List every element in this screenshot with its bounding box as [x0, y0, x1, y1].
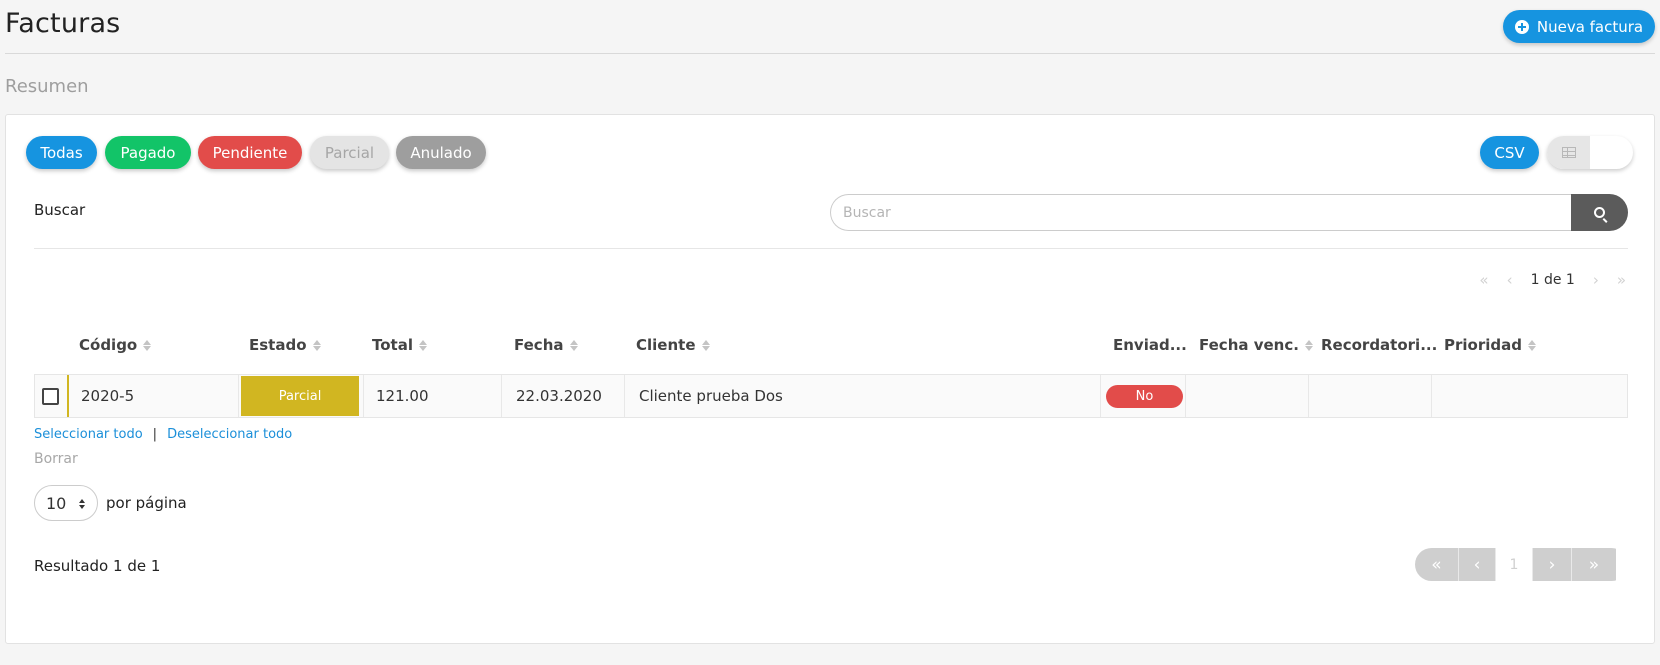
sent-status-badge: No	[1106, 385, 1183, 408]
invoice-card: Todas Pagado Pendiente Parcial Anulado C…	[5, 114, 1655, 644]
sort-icon	[1305, 340, 1313, 351]
column-header-label: Cliente	[636, 336, 696, 354]
next-page-button[interactable]: ›	[1533, 548, 1572, 581]
result-count: Resultado 1 de 1	[34, 557, 161, 575]
search-bar	[830, 194, 1628, 231]
sort-icon	[570, 340, 578, 351]
table-row[interactable]: 2020-5 Parcial 121.00 22.03.2020 Cliente…	[34, 374, 1628, 418]
per-page-label: por página	[106, 494, 187, 512]
top-pagination: « ‹ 1 de 1 › »	[1446, 268, 1626, 292]
sort-icon	[1528, 340, 1536, 351]
status-badge: Parcial	[241, 376, 359, 416]
page-indicator: 1 de 1	[1530, 272, 1575, 288]
column-header-sent[interactable]: Enviad...	[1113, 336, 1187, 354]
column-header-reminder[interactable]: Recordatori...	[1321, 336, 1437, 354]
column-header-status[interactable]: Estado	[249, 336, 321, 354]
filter-partial-button[interactable]: Parcial	[310, 136, 389, 169]
column-header-label: Código	[79, 336, 138, 354]
csv-export-button[interactable]: CSV	[1480, 136, 1539, 169]
column-header-client[interactable]: Cliente	[636, 336, 710, 354]
column-header-label: Recordatori...	[1321, 336, 1438, 354]
cell-code: 2020-5	[69, 375, 239, 417]
current-page-number[interactable]: 1	[1496, 548, 1533, 581]
cell-priority	[1432, 375, 1627, 417]
search-label: Buscar	[34, 201, 86, 219]
filter-all-button[interactable]: Todas	[26, 136, 97, 169]
next-page-icon[interactable]: ›	[1593, 272, 1599, 288]
search-button[interactable]	[1571, 194, 1628, 231]
column-header-label: Total	[372, 336, 413, 354]
per-page-select[interactable]: 10	[34, 485, 98, 521]
column-header-total[interactable]: Total	[372, 336, 427, 354]
new-invoice-button[interactable]: Nueva factura	[1503, 10, 1655, 43]
table-view-button[interactable]	[1547, 136, 1590, 169]
column-header-label: Enviad...	[1113, 336, 1187, 354]
row-checkbox[interactable]	[42, 388, 59, 405]
plus-circle-icon	[1514, 19, 1529, 34]
cell-reminder	[1309, 375, 1432, 417]
select-arrows-icon	[79, 499, 85, 509]
column-header-label: Fecha venc.	[1199, 336, 1299, 354]
sort-icon	[702, 340, 710, 351]
column-header-label: Fecha	[514, 336, 564, 354]
column-header-label: Prioridad	[1444, 336, 1522, 354]
deselect-all-link[interactable]: Deseleccionar todo	[167, 427, 292, 442]
prev-page-button[interactable]: ‹	[1459, 548, 1496, 581]
column-header-label: Estado	[249, 336, 307, 354]
header-divider	[5, 53, 1655, 54]
column-header-due-date[interactable]: Fecha venc.	[1199, 336, 1313, 354]
column-header-priority[interactable]: Prioridad	[1444, 336, 1536, 354]
first-page-button[interactable]: «	[1415, 548, 1459, 581]
page-title: Facturas	[5, 8, 121, 39]
search-input[interactable]	[830, 194, 1571, 231]
selection-links: Seleccionar todo | Deseleccionar todo	[34, 427, 292, 442]
cell-due-date	[1186, 375, 1309, 417]
prev-page-icon[interactable]: ‹	[1507, 272, 1513, 288]
delete-link[interactable]: Borrar	[34, 451, 78, 467]
table-view-icon	[1561, 147, 1576, 158]
column-header-date[interactable]: Fecha	[514, 336, 578, 354]
last-page-icon[interactable]: »	[1617, 272, 1626, 288]
sort-icon	[143, 340, 151, 351]
per-page-value: 10	[46, 493, 67, 513]
search-icon	[1594, 207, 1605, 218]
view-mode-toggle	[1547, 136, 1633, 169]
new-invoice-label: Nueva factura	[1536, 17, 1644, 36]
filter-pending-button[interactable]: Pendiente	[198, 136, 302, 169]
last-page-button[interactable]: »	[1572, 548, 1616, 581]
sort-icon	[419, 340, 427, 351]
section-title: Resumen	[5, 76, 89, 97]
link-separator: |	[152, 427, 158, 442]
sort-icon	[313, 340, 321, 351]
first-page-icon[interactable]: «	[1479, 272, 1488, 288]
search-divider	[34, 248, 1628, 249]
bottom-pagination: « ‹ 1 › »	[1415, 548, 1628, 581]
column-header-code[interactable]: Código	[79, 336, 151, 354]
cell-total: 121.00	[363, 375, 502, 417]
filter-void-button[interactable]: Anulado	[396, 136, 486, 169]
cell-date: 22.03.2020	[502, 375, 625, 417]
cell-client: Cliente prueba Dos	[625, 375, 1101, 417]
select-all-link[interactable]: Seleccionar todo	[34, 427, 143, 442]
filter-paid-button[interactable]: Pagado	[105, 136, 191, 169]
